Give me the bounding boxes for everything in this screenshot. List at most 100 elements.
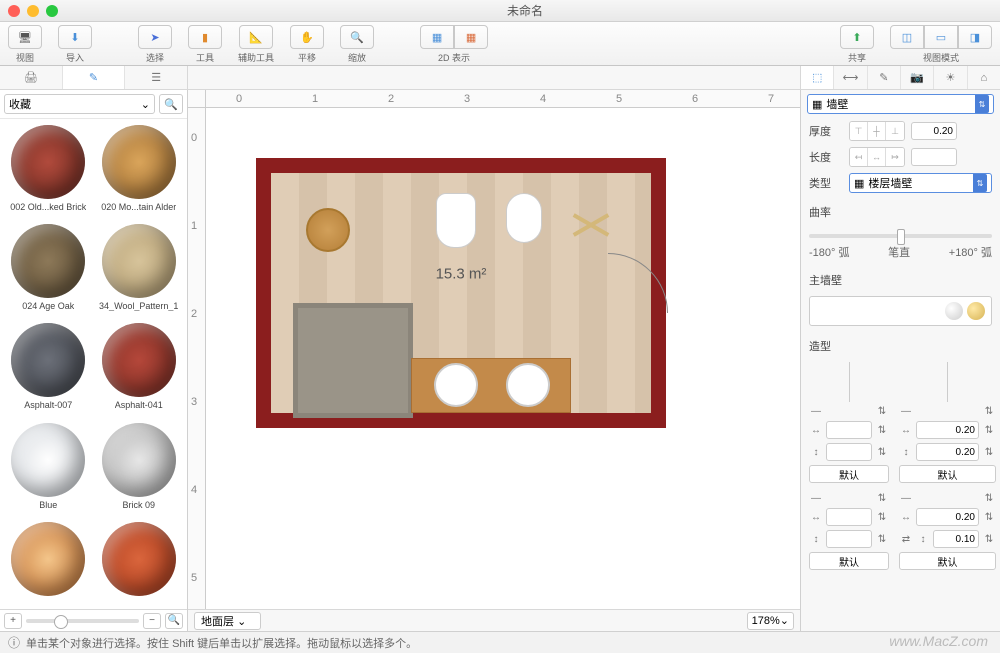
profile-left-default-2[interactable]: 默认 <box>809 552 889 570</box>
material-category-dropdown[interactable]: 收藏 ⌄ <box>4 94 155 114</box>
profile-right-w1[interactable] <box>916 421 979 439</box>
share-button[interactable]: ⬆ <box>840 25 874 49</box>
minimize-window-button[interactable] <box>27 5 39 17</box>
insp-tab-2[interactable]: ⟷ <box>834 66 867 89</box>
profile-right-h2[interactable] <box>933 530 979 548</box>
insp-tab-3[interactable]: ✎ <box>868 66 901 89</box>
curve-max-label: +180° 弧 <box>949 244 992 260</box>
import-button[interactable]: ⬇ <box>58 25 92 49</box>
close-window-button[interactable] <box>8 5 20 17</box>
add-material-button[interactable]: + <box>4 613 22 629</box>
thickness-align-segmented[interactable]: ⊤┼⊥ <box>849 121 905 141</box>
insp-tab-1[interactable]: ⬚ <box>801 66 834 89</box>
thickness-label: 厚度 <box>809 123 843 139</box>
material-label: Blue <box>39 500 57 510</box>
left-tab-materials[interactable]: ✎ <box>63 66 126 89</box>
maximize-window-button[interactable] <box>46 5 58 17</box>
zoom-label: 缩放 <box>348 51 366 64</box>
profile-left-h1[interactable] <box>826 443 872 461</box>
insp-tab-6[interactable]: ⌂ <box>968 66 1000 89</box>
zoom-in-mini-button[interactable]: 🔍 <box>165 613 183 629</box>
viewmode-b-button[interactable]: ▭ <box>924 25 958 49</box>
view-button[interactable]: 🖥 <box>8 25 42 49</box>
profile-left-w1[interactable] <box>826 421 872 439</box>
length-input[interactable] <box>911 148 957 166</box>
material-item[interactable]: Blue <box>6 423 91 514</box>
floor-level-select[interactable]: 地面层 ⌄ <box>194 612 261 630</box>
viewmode-c-button[interactable]: ◨ <box>958 25 992 49</box>
material-item[interactable]: 020 Mo...tain Alder <box>97 125 182 216</box>
material-item[interactable]: 34_Wool_Pattern_1 <box>97 224 182 315</box>
material-item[interactable]: Asphalt-041 <box>97 323 182 414</box>
profile-right-w2[interactable] <box>916 508 979 526</box>
profile-right-default-2[interactable]: 默认 <box>899 552 996 570</box>
import-label: 导入 <box>66 51 84 64</box>
curve-min-label: -180° 弧 <box>809 244 849 260</box>
info-icon: ⓘ <box>8 634 20 651</box>
share-icon: ⬆ <box>852 31 861 44</box>
layout-c-icon: ◨ <box>970 31 980 44</box>
material-item[interactable]: Brick 09 <box>97 423 182 514</box>
aux-tools-button[interactable]: 📐 <box>239 25 273 49</box>
thumbnail-size-slider[interactable] <box>26 619 139 623</box>
stool-fixture[interactable] <box>306 208 350 252</box>
dash-icon: — <box>809 493 823 504</box>
zoom-tool-button[interactable]: 🔍 <box>340 25 374 49</box>
material-item[interactable]: Asphalt-007 <box>6 323 91 414</box>
bidet-fixture[interactable] <box>506 193 542 243</box>
pan-tool-button[interactable]: ✋ <box>290 25 324 49</box>
display-2d-a-button[interactable]: ▦ <box>420 25 454 49</box>
room-floor[interactable]: 15.3 m² <box>271 173 651 413</box>
width-icon: ↔ <box>809 425 823 436</box>
chevron-updown-icon: ⇅ <box>975 95 989 113</box>
insp-tab-4[interactable]: 📷 <box>901 66 934 89</box>
profile-left-preview <box>849 362 850 402</box>
viewmode-a-button[interactable]: ◫ <box>890 25 924 49</box>
updown-icon: ⇅ <box>982 493 996 504</box>
height-icon: ↕ <box>809 447 823 458</box>
room-outline[interactable]: 15.3 m² <box>256 158 666 428</box>
zoom-out-mini-button[interactable]: − <box>143 613 161 629</box>
thickness-input[interactable] <box>911 122 957 140</box>
dash-icon: — <box>899 406 913 417</box>
left-tab-list[interactable]: ☰ <box>125 66 187 89</box>
profile-left-h2[interactable] <box>826 530 872 548</box>
object-type-select[interactable]: ▦墙壁 ⇅ <box>807 94 994 114</box>
object-type-value: 墙壁 <box>826 96 848 112</box>
insp-tab-5[interactable]: ☀ <box>934 66 967 89</box>
main-wall-material-picker[interactable] <box>809 296 992 326</box>
rug-fixture[interactable] <box>293 303 413 418</box>
material-swatch <box>102 522 176 596</box>
print-icon: 🖨 <box>24 71 38 84</box>
length-anchor-segmented[interactable]: ↤↔↦ <box>849 147 905 167</box>
vanity-fixture[interactable] <box>411 358 571 413</box>
floorplan-canvas[interactable]: 15.3 m² <box>206 108 800 609</box>
profile-right-default-1[interactable]: 默认 <box>899 465 996 483</box>
status-bar: ⓘ 单击某个对象进行选择。按住 Shift 键后单击以扩展选择。拖动鼠标以选择多… <box>0 631 1000 653</box>
materials-sidebar: 收藏 ⌄ 🔍 002 Old...ked Brick020 Mo...tain … <box>0 90 188 631</box>
sink-fixture-1[interactable] <box>434 363 478 407</box>
select-tool-button[interactable]: ➤ <box>138 25 172 49</box>
toilet-fixture[interactable] <box>436 193 476 248</box>
display-2d-b-button[interactable]: ▦ <box>454 25 488 49</box>
material-item[interactable] <box>97 522 182 603</box>
search-button[interactable]: 🔍 <box>159 94 183 114</box>
tools-button[interactable]: ▮ <box>188 25 222 49</box>
profile-left-w2[interactable] <box>826 508 872 526</box>
width-icon: ↔ <box>899 512 913 523</box>
profile-left-default-1[interactable]: 默认 <box>809 465 889 483</box>
ruler-icon: 📐 <box>249 31 263 44</box>
wall-type-select[interactable]: ▦楼层墙壁 ⇅ <box>849 173 992 193</box>
tripod-fixture[interactable] <box>571 203 617 249</box>
material-item[interactable]: 024 Age Oak <box>6 224 91 315</box>
door-swing[interactable] <box>608 253 668 313</box>
profile-section-label: 造型 <box>801 330 1000 358</box>
curvature-slider[interactable] <box>809 234 992 238</box>
material-item[interactable] <box>6 522 91 603</box>
material-item[interactable]: 002 Old...ked Brick <box>6 125 91 216</box>
left-tab-print[interactable]: 🖨 <box>0 66 63 89</box>
zoom-level-select[interactable]: 178% ⌄ <box>747 612 794 630</box>
material-ball-white <box>945 302 963 320</box>
sink-fixture-2[interactable] <box>506 363 550 407</box>
profile-right-h1[interactable] <box>916 443 979 461</box>
